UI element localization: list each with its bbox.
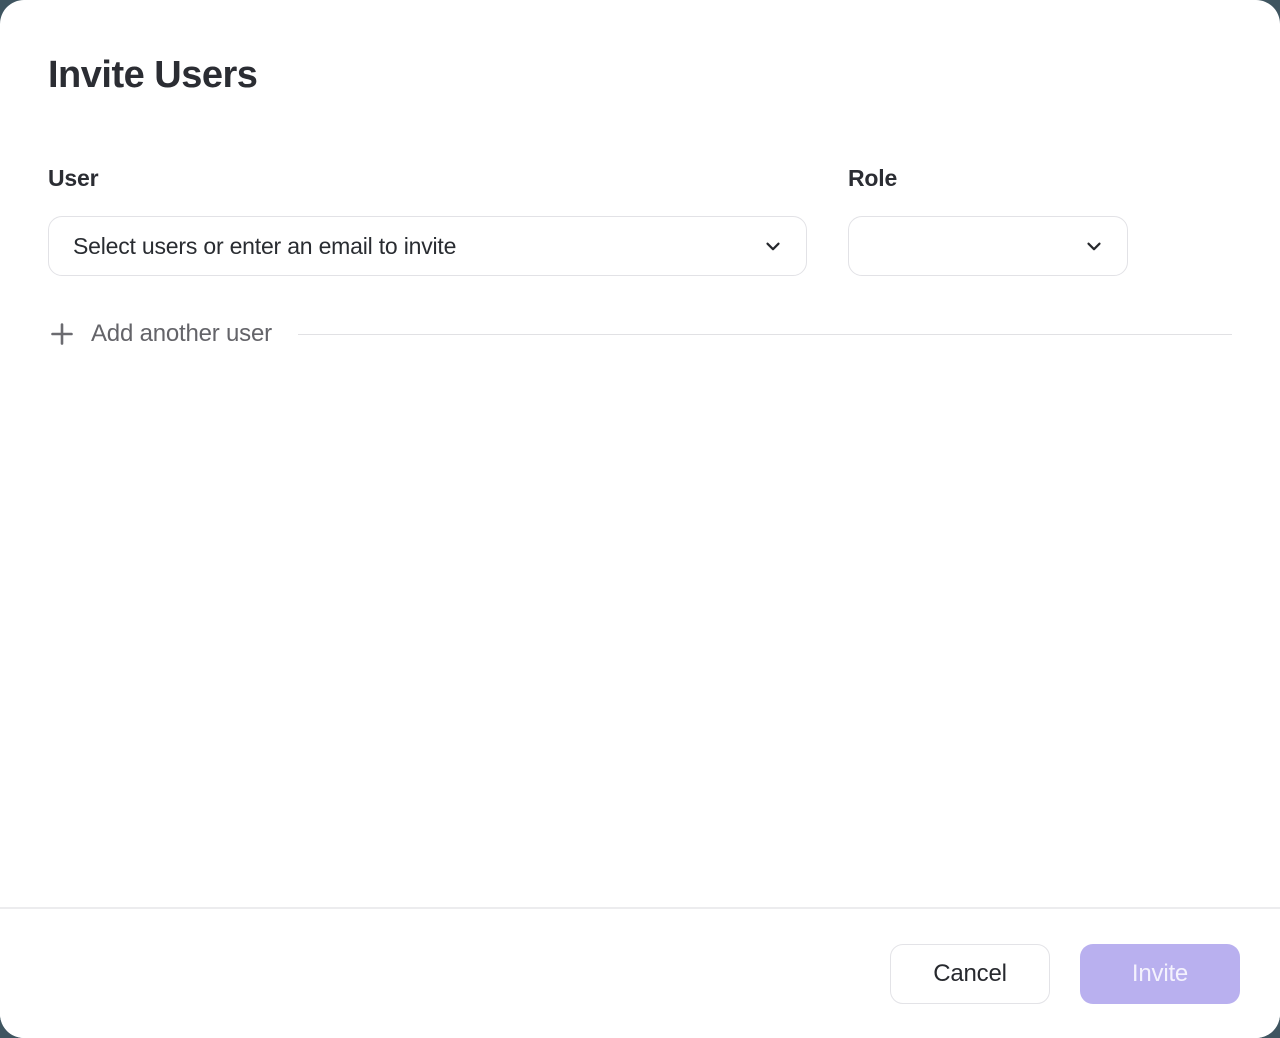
user-field-label: User [48,164,807,192]
role-field-label: Role [848,164,1128,192]
add-another-user-button[interactable]: Add another user [48,320,272,348]
chevron-down-icon [762,235,784,257]
invite-button[interactable]: Invite [1080,944,1240,1004]
dialog-body: Invite Users User Select users or enter … [0,0,1280,354]
add-user-divider [298,334,1232,335]
user-select[interactable]: Select users or enter an email to invite [48,216,807,276]
plus-icon [48,320,76,348]
add-another-user-label: Add another user [91,320,272,348]
cancel-button[interactable]: Cancel [890,944,1050,1004]
page-title: Invite Users [48,52,1232,98]
user-select-placeholder: Select users or enter an email to invite [73,233,456,260]
chevron-down-icon [1083,235,1105,257]
user-field: User Select users or enter an email to i… [48,164,807,276]
role-select[interactable] [848,216,1128,276]
add-user-row: Add another user [48,314,1232,354]
dialog-footer: Cancel Invite [0,907,1280,1038]
role-field: Role [848,164,1128,276]
dialog-empty-area [0,354,1280,907]
invite-fields-row: User Select users or enter an email to i… [48,164,1232,276]
invite-users-dialog: Invite Users User Select users or enter … [0,0,1280,1038]
